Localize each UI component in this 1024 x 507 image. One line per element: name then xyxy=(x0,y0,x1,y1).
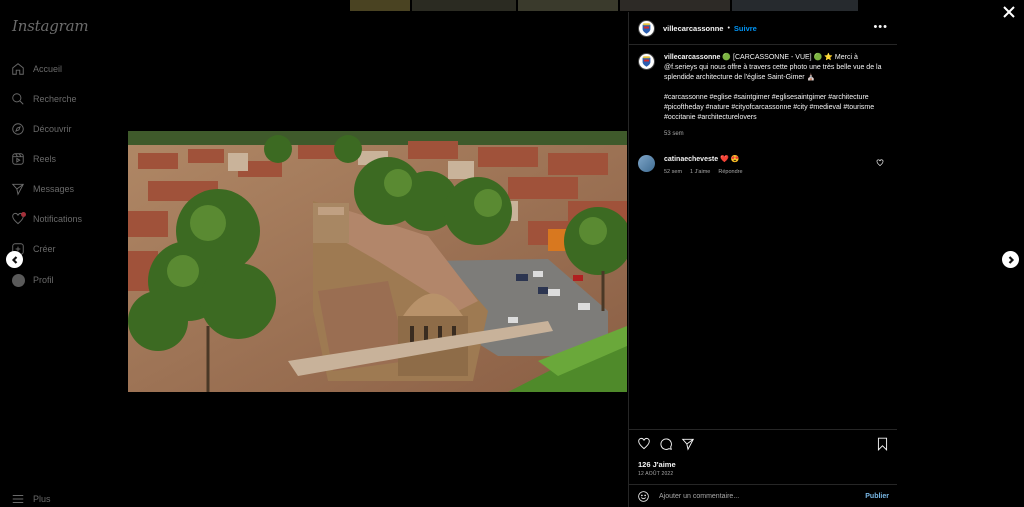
follow-button[interactable]: Suivre xyxy=(734,24,757,33)
sidebar-item-reels[interactable]: Reels xyxy=(11,149,56,169)
separator-dot: • xyxy=(727,24,730,32)
comment-username[interactable]: catinaecheveste xyxy=(664,156,718,163)
avatar[interactable] xyxy=(638,53,655,70)
sidebar-item-label: Profil xyxy=(33,275,54,285)
avatar xyxy=(11,273,25,287)
caption-username[interactable]: villecarcassonne xyxy=(664,54,720,61)
add-comment-input[interactable]: Ajouter un commentaire... xyxy=(659,493,739,500)
avatar[interactable] xyxy=(638,19,655,37)
sidebar-item-explore[interactable]: Découvrir xyxy=(11,119,72,139)
sidebar-item-search[interactable]: Recherche xyxy=(11,89,77,109)
post-header: villecarcassonne • Suivre ••• xyxy=(629,12,897,45)
more-options-icon[interactable]: ••• xyxy=(873,21,888,33)
bookmark-icon[interactable] xyxy=(876,437,889,451)
reply-button[interactable]: Répondre xyxy=(718,167,742,177)
post-date: 12 AOÛT 2022 xyxy=(638,471,674,477)
instagram-logo[interactable]: Instagram xyxy=(12,17,89,35)
sidebar-item-more[interactable]: Plus xyxy=(11,489,51,507)
caption-age: 53 sem xyxy=(664,131,684,137)
notification-dot xyxy=(21,212,26,217)
sidebar-item-label: Créer xyxy=(33,244,56,254)
likes-count[interactable]: 126 J'aime xyxy=(638,460,676,469)
share-icon[interactable] xyxy=(681,437,695,451)
search-icon xyxy=(11,92,25,106)
post-image[interactable] xyxy=(128,131,627,392)
reels-icon xyxy=(11,152,25,166)
sidebar-item-label: Plus xyxy=(33,494,51,504)
caption-hashtags[interactable]: #carcassonne #eglise #saintgimer #eglise… xyxy=(664,93,886,123)
post-actions: 126 J'aime 12 AOÛT 2022 Ajouter un comme… xyxy=(629,429,897,507)
previous-post-button[interactable] xyxy=(6,251,23,268)
compass-icon xyxy=(11,122,25,136)
sidebar-item-label: Notifications xyxy=(33,214,83,224)
like-comment-icon[interactable] xyxy=(876,159,884,167)
background-feed-strip xyxy=(350,0,858,11)
sidebar-item-label: Accueil xyxy=(33,64,63,74)
sidebar-item-label: Messages xyxy=(33,184,75,194)
sidebar-item-messages[interactable]: Messages xyxy=(11,179,74,199)
sidebar-item-label: Découvrir xyxy=(33,124,72,134)
comment-likes[interactable]: 1 J'aime xyxy=(690,167,710,177)
comment-text: ❤️ 😍 xyxy=(720,156,740,163)
avatar[interactable] xyxy=(638,155,655,172)
chevron-right-icon xyxy=(1008,255,1014,264)
post-caption: villecarcassonne 🟢 [CARCASSONNE - VUE] 🟢… xyxy=(638,53,890,139)
add-comment-bar: Ajouter un commentaire... Publier xyxy=(629,484,897,507)
menu-icon xyxy=(11,492,25,506)
close-icon[interactable] xyxy=(1002,5,1016,19)
like-icon[interactable] xyxy=(637,437,651,451)
home-icon xyxy=(11,62,25,76)
chevron-left-icon xyxy=(11,255,17,264)
aerial-church-photo xyxy=(128,131,627,392)
sidebar-item-notifications[interactable]: Notifications xyxy=(11,209,82,229)
comment-icon[interactable] xyxy=(659,437,673,451)
publish-button[interactable]: Publier xyxy=(865,493,889,500)
next-post-button[interactable] xyxy=(1002,251,1019,268)
sidebar-item-profile[interactable]: Profil xyxy=(11,270,54,290)
heart-icon xyxy=(11,212,26,226)
city-crest-icon xyxy=(642,56,651,67)
sidebar-item-label: Recherche xyxy=(33,94,77,104)
emoji-icon[interactable] xyxy=(637,490,650,503)
city-crest-icon xyxy=(642,22,651,34)
send-icon xyxy=(11,182,25,196)
sidebar-item-label: Reels xyxy=(33,154,57,164)
comment-age: 52 sem xyxy=(664,169,683,175)
comment-item: catinaecheveste ❤️ 😍 52 sem 1 J'aime Rép… xyxy=(638,155,892,177)
post-details-panel: villecarcassonne • Suivre ••• villecarca… xyxy=(628,12,897,507)
post-username[interactable]: villecarcassonne xyxy=(663,24,723,33)
sidebar-item-home[interactable]: Accueil xyxy=(11,59,62,79)
